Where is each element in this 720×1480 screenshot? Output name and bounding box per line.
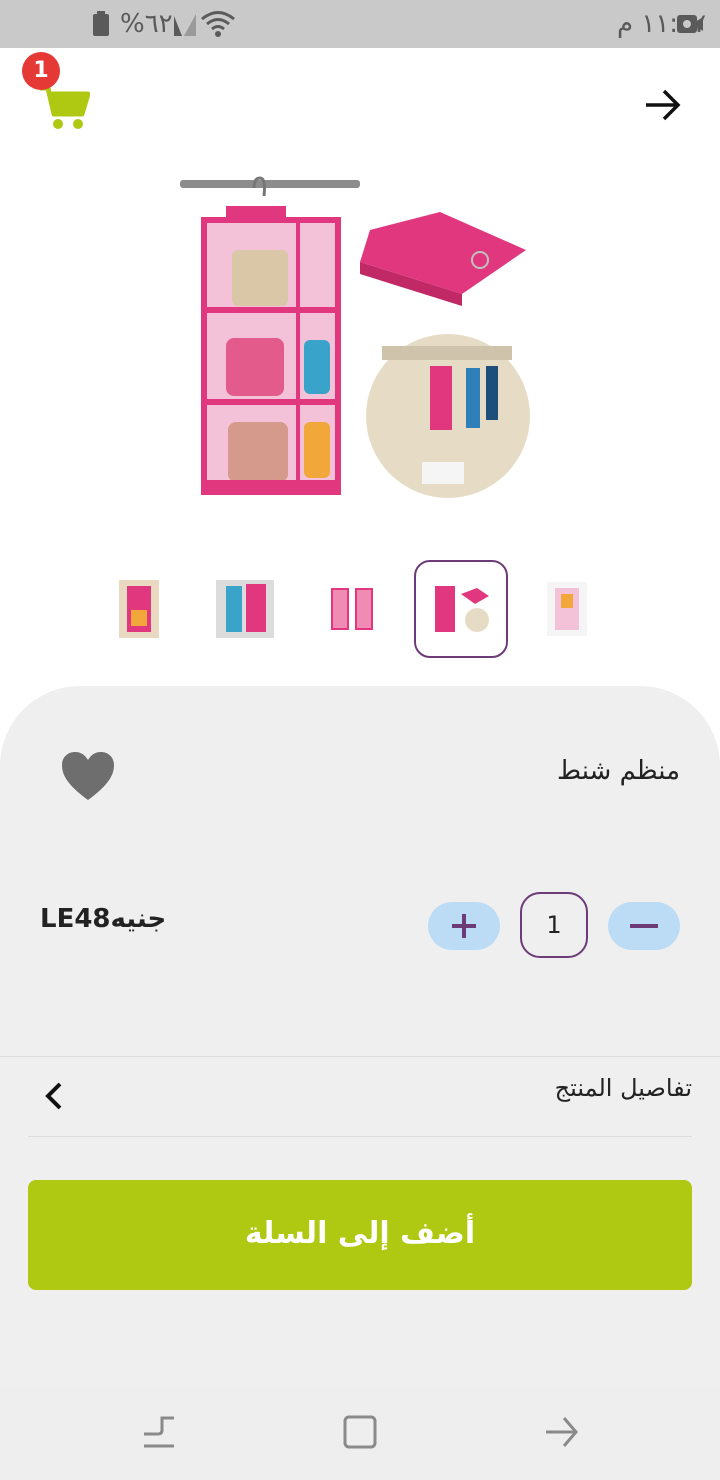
plus-icon xyxy=(452,914,476,938)
product-name: منظم شنط xyxy=(557,756,680,786)
thumbnail-4-image xyxy=(435,586,489,632)
chevron-left-icon xyxy=(45,1082,62,1110)
thumbnail-2-image xyxy=(216,580,274,638)
shopping-cart-icon xyxy=(40,85,91,129)
recent-apps-icon[interactable] xyxy=(140,1412,178,1452)
thumbnail-4[interactable] xyxy=(414,560,508,658)
divider-bottom xyxy=(28,1136,692,1137)
battery-icon xyxy=(93,11,109,36)
quantity-decrease-button[interactable] xyxy=(608,902,680,950)
thumbnail-5-image xyxy=(547,582,587,636)
thumbnail-2[interactable] xyxy=(198,560,292,658)
battery-percent: %٦٢ xyxy=(120,9,173,39)
thumbnail-5[interactable] xyxy=(520,560,614,658)
video-call-icon xyxy=(677,15,703,33)
back-nav-icon[interactable] xyxy=(542,1412,582,1452)
system-nav-bar xyxy=(0,1386,720,1480)
home-icon[interactable] xyxy=(340,1412,380,1452)
quantity-increase-button[interactable] xyxy=(428,902,500,950)
arrow-right-icon xyxy=(646,89,681,121)
product-details-row[interactable]: تفاصيل المنتج xyxy=(28,1060,692,1134)
status-bar: ١١:٥٧ م %٦٢ xyxy=(0,0,720,48)
product-details-label: تفاصيل المنتج xyxy=(554,1074,692,1102)
cart-count-badge: 1 xyxy=(22,52,60,90)
back-button[interactable] xyxy=(640,82,686,128)
cart-button[interactable] xyxy=(38,84,91,132)
add-to-cart-button[interactable]: أضف إلى السلة xyxy=(28,1180,692,1290)
wifi-icon xyxy=(201,11,235,37)
thumbnail-strip xyxy=(0,560,720,660)
minus-icon xyxy=(630,924,658,928)
signal-icon xyxy=(174,14,196,36)
favorite-button[interactable] xyxy=(60,750,116,802)
product-main-image[interactable] xyxy=(170,170,550,510)
heart-icon xyxy=(62,752,114,800)
thumbnail-1-image xyxy=(119,580,159,638)
thumbnail-1[interactable] xyxy=(92,560,186,658)
thumbnail-3-image xyxy=(331,588,373,630)
product-screen: ١١:٥٧ م %٦٢ 1 منظم شنط LE48جنيه 1 تفاصيل… xyxy=(0,0,720,1480)
divider-top xyxy=(0,1056,720,1057)
thumbnail-3[interactable] xyxy=(306,560,400,658)
product-price: LE48جنيه xyxy=(40,904,167,934)
quantity-value[interactable]: 1 xyxy=(520,892,588,958)
